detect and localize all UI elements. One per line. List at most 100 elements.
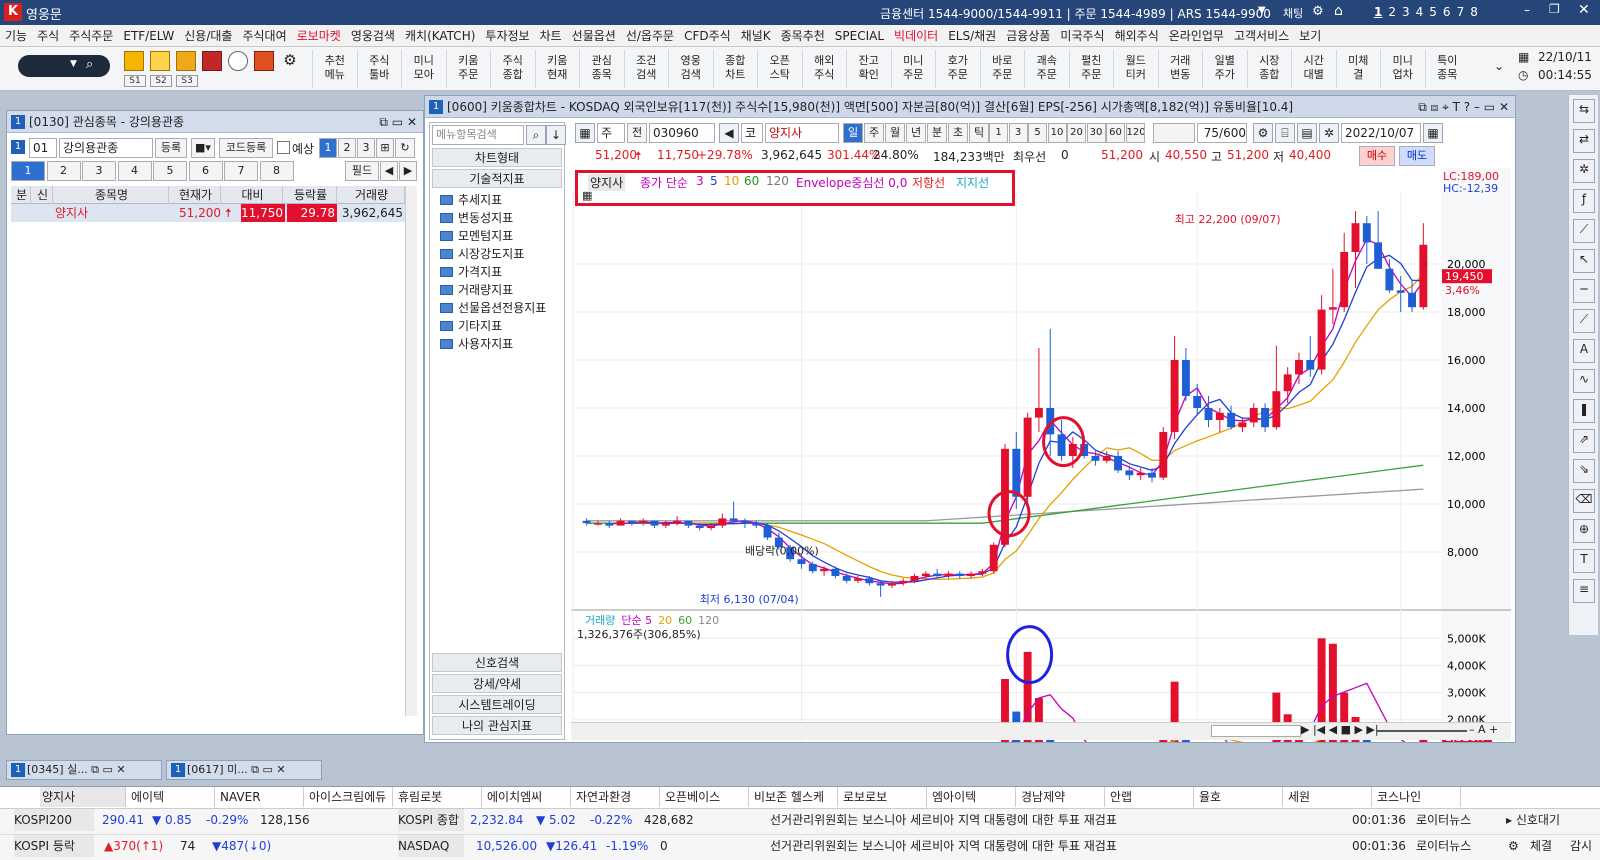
cursor-icon[interactable]: ↖ — [1573, 249, 1595, 273]
stock-code-input[interactable]: 030960 — [649, 123, 715, 143]
menu-item-8[interactable]: 캐치(KATCH) — [400, 25, 480, 47]
watchlist-tab-5[interactable]: 5 — [153, 161, 187, 181]
sync-icon[interactable]: ⇆ — [1573, 99, 1595, 123]
column-header-5[interactable]: 등락률 — [285, 186, 337, 204]
indicator-folder-5[interactable]: 거래량지표 — [440, 281, 513, 299]
candle-body[interactable] — [1396, 290, 1405, 293]
candle-body[interactable] — [808, 564, 817, 572]
candle-body[interactable] — [1148, 472, 1156, 478]
candle-body[interactable] — [1419, 244, 1428, 308]
gear-icon[interactable]: ✲ — [1573, 159, 1595, 183]
news-headline-2[interactable]: 선거관리위원회는 보스니아 세르비아 지역 대통령에 대한 투표 재검표 — [770, 835, 1117, 857]
candle-body[interactable] — [1362, 223, 1371, 243]
candle-body[interactable] — [876, 583, 885, 586]
ticker-stock-13[interactable]: 율호 — [1197, 787, 1283, 807]
candle-body[interactable] — [1001, 448, 1009, 545]
close-icon[interactable]: ✕ — [1578, 2, 1590, 18]
menu-item-11[interactable]: 선물옵션 — [567, 25, 621, 47]
candle-body[interactable] — [978, 571, 987, 574]
group-code-select[interactable]: 01 — [29, 138, 57, 158]
restore-icon[interactable]: ❐ — [1549, 2, 1560, 16]
refresh-icon[interactable]: ↻ — [395, 138, 415, 158]
candle-body[interactable] — [740, 520, 749, 524]
candle-body[interactable] — [1181, 360, 1190, 396]
period-6[interactable]: 틱 — [969, 123, 989, 143]
arrow-icon[interactable]: ⇗ — [1573, 429, 1595, 453]
candle-body[interactable] — [1272, 391, 1281, 428]
gear-icon[interactable]: ⚙ — [280, 51, 300, 71]
screen-8[interactable]: 8 — [1470, 5, 1478, 19]
candle-body[interactable] — [594, 523, 602, 525]
menu-item-23[interactable]: 고객서비스 — [1229, 25, 1294, 47]
ticker-stock-2[interactable]: NAVER — [218, 787, 304, 807]
toolbar-button-23[interactable]: 미체 결 — [1335, 50, 1381, 88]
toolbar-button-8[interactable]: 영웅 검색 — [668, 50, 713, 88]
column-header-6[interactable]: 거래량 — [339, 186, 405, 204]
toolbar-button-17[interactable]: 펼친 주문 — [1068, 50, 1114, 88]
toolbar-button-19[interactable]: 거래 변동 — [1157, 50, 1203, 88]
ticker-stock-3[interactable]: 아이스크림에듀 — [307, 787, 393, 807]
toolbar-button-15[interactable]: 바로 주문 — [979, 50, 1025, 88]
candle-icon[interactable]: ❚ — [1573, 399, 1595, 423]
menu-item-12[interactable]: 선/옵주문 — [621, 25, 679, 47]
candle-body[interactable] — [1306, 360, 1315, 370]
settings-icon[interactable]: ⚙ — [1312, 4, 1324, 19]
news-headline-1[interactable]: 선거관리위원회는 보스니아 세르비아 지역 대통령에 대한 투표 재검표 — [770, 809, 1117, 831]
pen-icon[interactable] — [150, 51, 170, 71]
minimize-icon[interactable]: – — [1524, 3, 1530, 17]
period-4[interactable]: 분 — [927, 123, 947, 143]
toolbar-button-21[interactable]: 시장 종합 — [1246, 50, 1292, 88]
clock-icon[interactable] — [228, 51, 248, 71]
menu-item-4[interactable]: 신용/대출 — [179, 25, 237, 47]
screen-6[interactable]: 6 — [1443, 5, 1451, 19]
interval-1[interactable]: 1 — [989, 123, 1008, 143]
menu-item-16[interactable]: SPECIAL — [830, 25, 889, 47]
group-name-select[interactable]: 강의용관종 — [59, 138, 153, 158]
monitor-label[interactable]: 감시 — [1570, 835, 1592, 857]
candle-body[interactable] — [887, 583, 896, 586]
code-register-button[interactable]: 코드등록 — [219, 138, 273, 158]
candle-body[interactable] — [763, 525, 772, 538]
toolbar-button-22[interactable]: 시간 대별 — [1291, 50, 1336, 88]
grid-view-button[interactable]: ⊞ — [376, 138, 394, 158]
menu-item-22[interactable]: 온라인업무 — [1164, 25, 1229, 47]
candle-body[interactable] — [842, 576, 851, 581]
ticker-stock-5[interactable]: 에이치엠씨 — [485, 787, 571, 807]
page-1-button[interactable]: 1 — [319, 138, 337, 158]
menu-item-0[interactable]: 기능 — [0, 25, 32, 47]
candle-body[interactable] — [1295, 360, 1303, 375]
interval-10[interactable]: 10 — [1047, 123, 1067, 143]
menu-item-1[interactable]: 주식 — [32, 25, 64, 47]
toolbar-button-13[interactable]: 미니 주문 — [890, 50, 936, 88]
page-2-button[interactable]: 2 — [338, 138, 356, 158]
slot-s2[interactable]: S2 — [150, 75, 172, 87]
candle-body[interactable] — [1408, 292, 1416, 308]
candle-body[interactable] — [1068, 444, 1077, 456]
candle-body[interactable] — [1136, 472, 1145, 476]
slot-s1[interactable]: S1 — [124, 75, 146, 87]
table-icon[interactable]: ▦ — [582, 189, 592, 202]
interval-5[interactable]: 5 — [1028, 123, 1047, 143]
candle-body[interactable] — [1023, 417, 1032, 497]
toolbar-button-2[interactable]: 미니 모아 — [401, 50, 446, 88]
folder-icon[interactable] — [124, 51, 144, 71]
candle-body[interactable] — [627, 520, 636, 524]
interval-60[interactable]: 60 — [1106, 123, 1125, 143]
candle-body[interactable] — [1374, 242, 1383, 269]
period-1[interactable]: 주 — [864, 123, 884, 143]
home-icon[interactable]: ⌂ — [1334, 3, 1343, 19]
volume-legend[interactable]: 거래량 단순 5 20 60 120 — [585, 614, 719, 627]
market-select[interactable]: 코 — [741, 123, 763, 143]
candle-body[interactable] — [865, 578, 874, 584]
screen-3[interactable]: 3 — [1402, 5, 1410, 19]
toolbar-button-9[interactable]: 종합 차트 — [712, 50, 758, 88]
menu-item-21[interactable]: 해외주식 — [1110, 25, 1164, 47]
candle-body[interactable] — [921, 573, 930, 576]
count-select[interactable] — [1153, 123, 1195, 143]
indicator-folder-8[interactable]: 사용자지표 — [440, 335, 513, 353]
lock-icon[interactable] — [176, 51, 196, 71]
toolbar-button-10[interactable]: 오픈 스탁 — [757, 50, 802, 88]
screen-2[interactable]: 2 — [1388, 5, 1396, 19]
period-2[interactable]: 월 — [885, 123, 905, 143]
ticker-stock-10[interactable]: 엠아이텍 — [930, 787, 1016, 807]
